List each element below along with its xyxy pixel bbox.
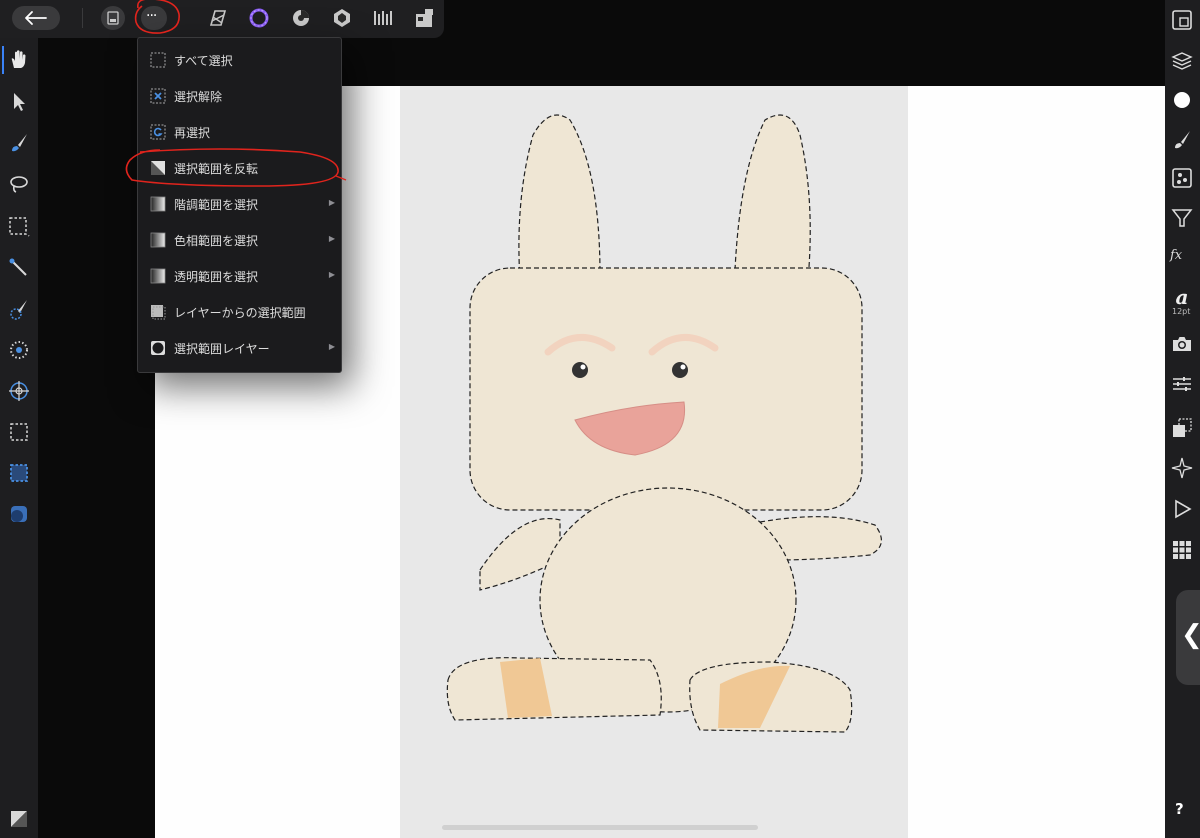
menu-item-label: 透明範囲を選択 [174,269,259,284]
menu-item-label: 再選択 [174,125,211,140]
brushes-icon[interactable] [1170,128,1194,152]
selection-from-layer-icon [151,305,166,320]
canvas-scroll-indicator[interactable] [442,825,758,830]
filter-icon[interactable] [1170,206,1194,230]
select-menu: すべて選択 選択解除 再選択 選択範囲を反転 階調範囲を選択 ▶ 色相範囲を選択… [137,37,342,373]
snapping-icon[interactable] [1170,456,1194,480]
flood-select-icon[interactable] [7,338,31,362]
grid-icon[interactable] [1170,538,1194,562]
menu-item-label: レイヤーからの選択範囲 [174,305,306,320]
studio-expand-tab[interactable]: ❮ [1176,590,1200,685]
transform-icon[interactable] [1170,416,1194,440]
toolbar-separator [82,8,83,28]
menu-item-label: 色相範囲を選択 [174,233,259,248]
active-tool-indicator [2,46,4,74]
submenu-arrow-icon: ▶ [328,198,335,207]
document-button[interactable] [101,6,125,30]
font-size-label: 12pt [1172,307,1191,316]
chevron-left-icon: ❮ [1181,620,1200,650]
menu-item-label: すべて選択 [174,53,233,68]
camera-icon[interactable] [1170,332,1194,356]
menu-item-transparency-range[interactable]: 透明範囲を選択 ▶ [138,258,341,294]
menu-item-label: 階調範囲を選択 [174,197,259,212]
hand-tool-icon[interactable] [7,48,31,72]
submenu-arrow-icon: ▶ [328,234,335,243]
submenu-arrow-icon: ▶ [328,342,335,351]
document-icon [107,11,119,25]
play-icon[interactable] [1170,497,1194,521]
move-tool-icon[interactable] [7,90,31,114]
export-persona-icon[interactable] [372,7,394,29]
select-all-icon [150,52,166,68]
transparency-range-icon [150,268,166,284]
selection-layer-icon [151,341,165,355]
menu-item-color-range[interactable]: 色相範囲を選択 ▶ [138,222,341,258]
ellipsis-icon: ··· [146,8,157,24]
tone-mapping-persona-icon[interactable] [331,7,353,29]
deselect-icon [150,88,166,104]
back-button[interactable] [12,6,60,30]
menu-item-invert-selection[interactable]: 選択範囲を反転 [138,150,341,186]
marquee-active-icon[interactable] [7,461,31,485]
menu-item-selection-layer[interactable]: 選択範囲レイヤー ▶ [138,330,341,366]
develop-persona-icon[interactable] [290,7,312,29]
character-image [446,114,882,733]
menu-item-tonal-range[interactable]: 階調範囲を選択 ▶ [138,186,341,222]
submenu-arrow-icon: ▶ [328,270,335,279]
menu-item-reselect[interactable]: 再選択 [138,114,341,150]
rectangle-marquee-icon[interactable] [7,214,31,238]
layers-icon[interactable] [1170,48,1194,72]
shape-tool-icon[interactable] [7,502,31,526]
lasso-tool-icon[interactable] [7,172,31,196]
liquify-persona-icon[interactable] [248,7,270,29]
invert-selection-icon [151,161,165,175]
macro-persona-icon[interactable] [413,7,435,29]
color-swatch-icon[interactable] [7,807,31,831]
arrow-left-icon [25,11,47,25]
menu-item-label: 選択解除 [174,89,223,104]
photo-persona-icon[interactable] [207,7,229,29]
fx-icon[interactable]: fx [1170,248,1194,272]
selection-brush-icon[interactable] [7,297,31,321]
menu-item-deselect[interactable]: 選択解除 [138,78,341,114]
menu-item-selection-from-layer[interactable]: レイヤーからの選択範囲 [138,294,341,330]
help-button[interactable]: ? [1175,800,1184,818]
menu-item-select-all[interactable]: すべて選択 [138,42,341,78]
navigator-icon[interactable] [1170,8,1194,32]
more-button[interactable]: ··· [141,6,167,30]
refine-icon[interactable] [7,379,31,403]
paint-brush-tool-icon[interactable] [7,131,31,155]
tonal-range-icon [150,196,166,212]
menu-item-label: 選択範囲レイヤー [174,341,270,356]
text-style-icon[interactable]: a [1170,285,1194,309]
reselect-icon [150,124,166,140]
magic-wand-icon[interactable] [7,256,31,280]
channels-icon[interactable] [1170,166,1194,190]
adjustments-icon[interactable] [1170,372,1194,396]
color-range-icon [150,232,166,248]
top-toolbar: ··· [0,0,444,38]
color-icon[interactable] [1170,88,1194,112]
marquee-alt-icon[interactable] [7,420,31,444]
menu-item-label: 選択範囲を反転 [174,161,259,176]
